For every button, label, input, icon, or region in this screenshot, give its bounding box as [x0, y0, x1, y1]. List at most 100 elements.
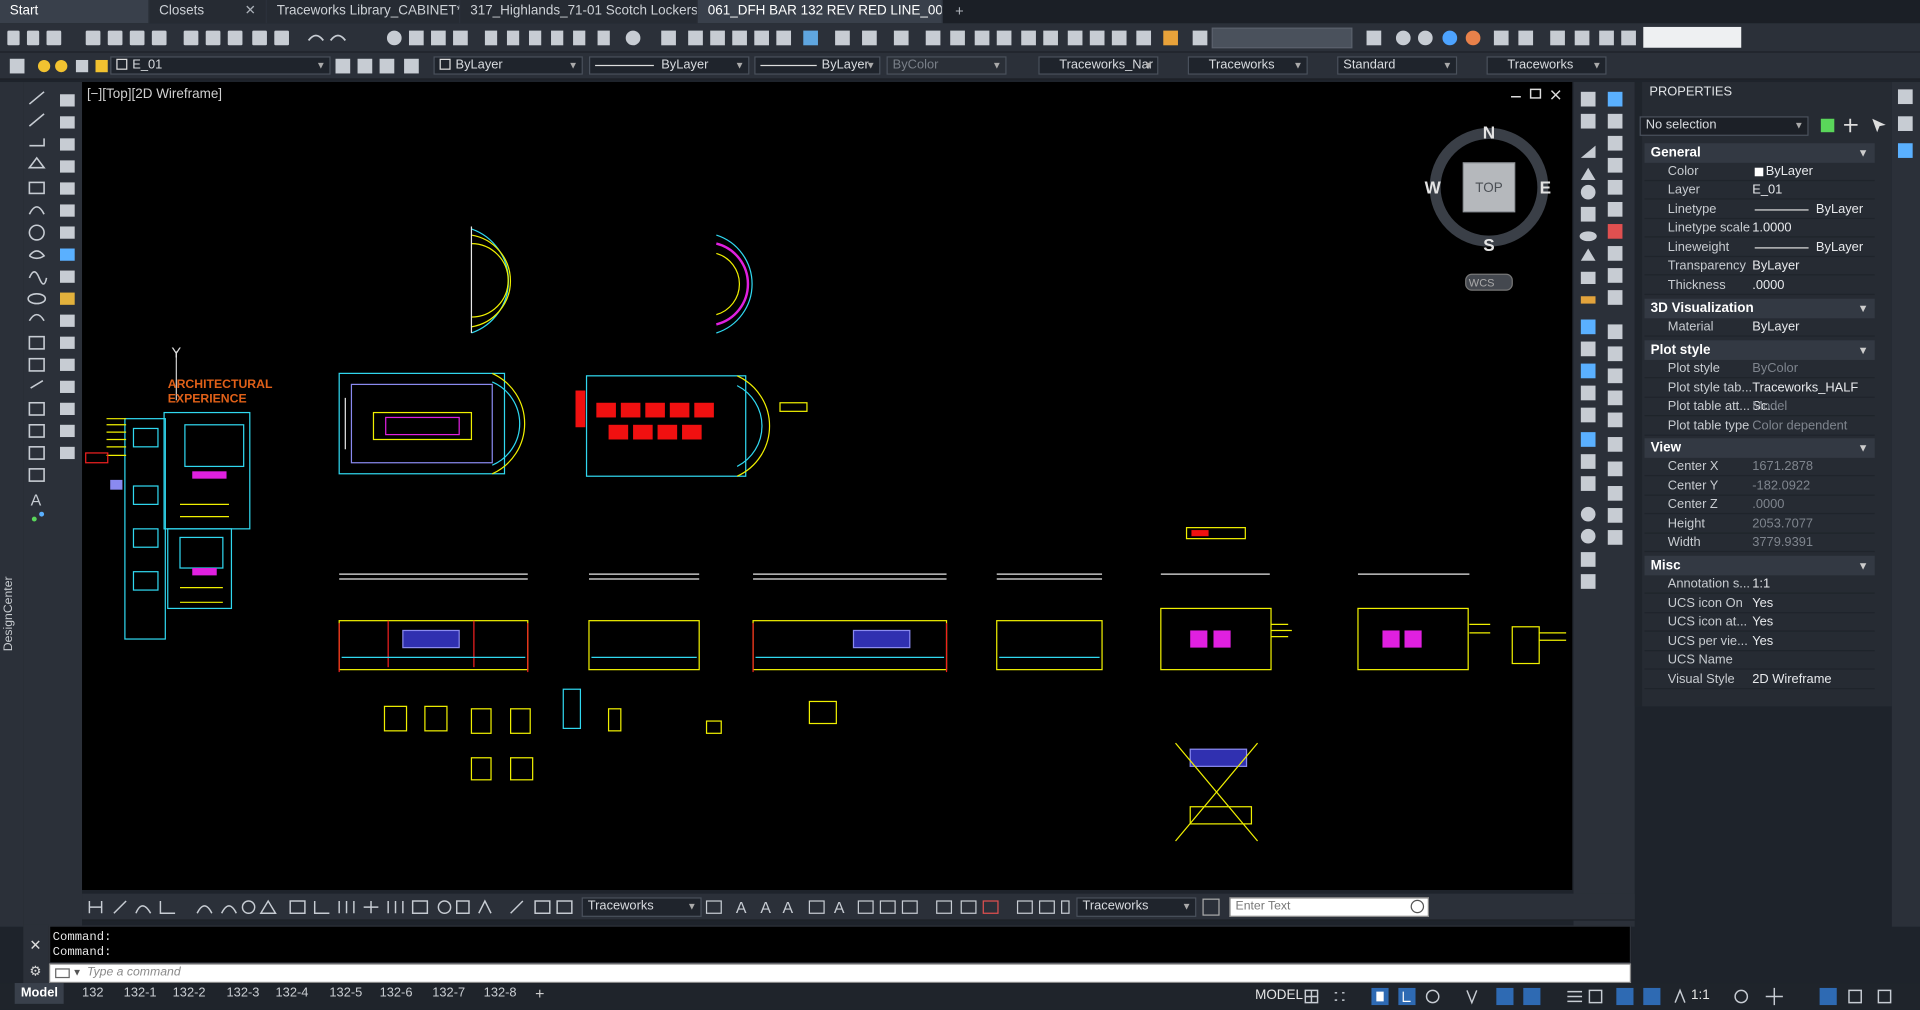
prop-row[interactable]: UCS Name: [1644, 651, 1875, 670]
color-dropdown[interactable]: ByLayer ▼: [433, 56, 583, 75]
section-3d-visualization[interactable]: 3D Visualization ▼: [1644, 298, 1875, 319]
tab-dfh-bar[interactable]: 061_DFH BAR 132 REV RED LINE_007 (1)✕: [697, 0, 943, 24]
find-text-input[interactable]: Enter Text: [1229, 897, 1429, 917]
collapse-icon[interactable]: ▼: [1858, 556, 1869, 576]
prop-row[interactable]: Transparency ByLayer: [1644, 257, 1875, 276]
section-misc[interactable]: Misc ▼: [1644, 555, 1875, 576]
palette-action-icons[interactable]: [1818, 116, 1891, 136]
prop-row[interactable]: Plot table att... Model: [1644, 398, 1875, 417]
palette-grip[interactable]: [1634, 82, 1643, 707]
wcs-menu[interactable]: WCS: [1469, 277, 1495, 289]
drawing-canvas[interactable]: Y ARCHITECTURAL EXPERIENCE TOP N S E W W…: [82, 82, 1573, 890]
prop-row[interactable]: Center Y -182.0922: [1644, 477, 1875, 496]
layout-tab-model[interactable]: Model: [14, 983, 65, 1004]
tab-traceworks-library[interactable]: Traceworks Library_CABINET*✕: [266, 0, 461, 24]
dimstyle-dropdown[interactable]: Traceworks ▼: [1187, 56, 1308, 75]
tablestyle-dropdown[interactable]: Standard ▼: [1337, 56, 1458, 75]
command-input[interactable]: ▼ Type a command: [48, 963, 1632, 984]
viewcube-top[interactable]: TOP: [1475, 180, 1502, 195]
selection-dropdown[interactable]: No selection ▼: [1639, 116, 1809, 136]
annotation-scale[interactable]: 1:1: [1691, 988, 1710, 1003]
designcenter-strip[interactable]: DesignCenter: [0, 82, 24, 927]
navigation-toolbars[interactable]: [1573, 82, 1635, 927]
prop-row[interactable]: Plot table type Color dependent: [1644, 417, 1875, 436]
add-layout-button[interactable]: +: [535, 984, 544, 1002]
viewport-controls-label[interactable]: [−][Top][2D Wireframe]: [87, 87, 222, 102]
collapse-icon[interactable]: ▼: [1858, 299, 1869, 319]
prop-row[interactable]: Plot style ByColor: [1644, 360, 1875, 379]
link-icon[interactable]: [1202, 898, 1220, 916]
new-tab-button[interactable]: +: [943, 0, 976, 23]
section-general[interactable]: General ▼: [1644, 143, 1875, 163]
prop-row[interactable]: Material ByLayer: [1644, 318, 1875, 337]
prop-row[interactable]: Linetype scale 1.0000: [1644, 219, 1875, 238]
layout-tab[interactable]: 132-4: [269, 983, 314, 1004]
model-space-button[interactable]: MODEL: [1255, 988, 1303, 1003]
compass-west[interactable]: W: [1425, 177, 1442, 197]
lineweight-dropdown[interactable]: ByLayer ▼: [754, 56, 881, 75]
textstyle-dropdown[interactable]: Traceworks_Nar ▼: [1038, 56, 1159, 75]
layout-tab[interactable]: 132-1: [118, 983, 163, 1004]
layout-tab[interactable]: 132: [76, 983, 110, 1004]
close-icon[interactable]: ✕: [245, 0, 256, 23]
palette-side-icons[interactable]: [1891, 82, 1920, 927]
section-plot-style[interactable]: Plot style ▼: [1644, 340, 1875, 360]
viewport-controls[interactable]: [1511, 88, 1561, 100]
drawing-content[interactable]: Y ARCHITECTURAL EXPERIENCE TOP N S E W W…: [82, 82, 1572, 890]
draw-modify-toolbars[interactable]: A: [23, 82, 83, 927]
layer-dropdown[interactable]: E_01 ▼: [110, 56, 331, 75]
layer-tool-icons[interactable]: [0, 53, 122, 80]
draw-tool-icons[interactable]: A: [23, 82, 82, 547]
wrench-icon[interactable]: ⚙: [29, 963, 41, 980]
layout-tab[interactable]: 132-7: [426, 983, 471, 1004]
plotstyle-dropdown[interactable]: ByColor ▼: [886, 56, 1007, 75]
prop-row[interactable]: Height 2053.7077: [1644, 515, 1875, 534]
text-tool-icons[interactable]: AAAA: [704, 894, 1071, 921]
layout-tab[interactable]: 132-5: [323, 983, 368, 1004]
layer-state-icons[interactable]: [333, 53, 431, 80]
prop-row[interactable]: UCS per vie... Yes: [1644, 633, 1875, 652]
prop-row[interactable]: Annotation s... 1:1: [1644, 575, 1875, 594]
tab-closets[interactable]: Closets ✕: [149, 0, 267, 24]
toolbar-icons[interactable]: [0, 23, 1763, 52]
compass-south[interactable]: S: [1483, 235, 1494, 255]
linetype-dropdown[interactable]: ByLayer ▼: [588, 56, 750, 75]
prop-row[interactable]: Width 3779.9391: [1644, 534, 1875, 553]
prop-row[interactable]: Center Z .0000: [1644, 496, 1875, 515]
layout-tab[interactable]: 132-2: [167, 983, 212, 1004]
tab-scotch-lockers[interactable]: 317_Highlands_71-01 Scotch Lockers*✕: [460, 0, 698, 24]
prop-row[interactable]: Visual Style 2D Wireframe: [1644, 671, 1875, 690]
prop-row[interactable]: Lineweight ByLayer: [1644, 239, 1875, 258]
nav-tool-icons[interactable]: [1573, 82, 1634, 596]
tab-start[interactable]: Start: [0, 0, 150, 24]
collapse-icon[interactable]: ▼: [1858, 143, 1869, 163]
collapse-icon[interactable]: ▼: [1858, 340, 1869, 360]
prop-row[interactable]: Center X 1671.2878: [1644, 458, 1875, 477]
compass-north[interactable]: N: [1483, 122, 1495, 142]
dimension-tool-icons[interactable]: [82, 894, 584, 921]
prop-row[interactable]: Color ByLayer: [1644, 163, 1875, 182]
prop-row[interactable]: UCS icon at... Yes: [1644, 613, 1875, 632]
close-icon[interactable]: ✕: [29, 937, 41, 954]
collapse-icon[interactable]: ▼: [1858, 438, 1869, 458]
mleaderstyle-dropdown[interactable]: Traceworks ▼: [1486, 56, 1607, 75]
dimstyle-bottom-dropdown[interactable]: Traceworks ▼: [581, 897, 702, 917]
chevron-down-icon: ▼: [1442, 59, 1453, 72]
chevron-down-icon[interactable]: ▼: [72, 965, 82, 982]
mlstyle-bottom-dropdown[interactable]: Traceworks ▼: [1076, 897, 1197, 917]
command-icon[interactable]: [55, 968, 70, 979]
prop-row[interactable]: Plot style tab... Traceworks_HALF Sc...: [1644, 380, 1875, 414]
prop-row[interactable]: Thickness .0000: [1644, 277, 1875, 296]
palette-title: PROPERTIES: [1649, 84, 1733, 100]
prop-row[interactable]: Linetype ByLayer: [1644, 201, 1875, 220]
compass-east[interactable]: E: [1540, 177, 1551, 197]
prop-row[interactable]: Layer E_01: [1644, 181, 1875, 200]
layout-tab[interactable]: 132-3: [220, 983, 265, 1004]
search-icon[interactable]: [1410, 899, 1425, 914]
layout-tab[interactable]: 132-6: [373, 983, 418, 1004]
section-view[interactable]: View ▼: [1644, 438, 1875, 458]
prop-row[interactable]: UCS icon On Yes: [1644, 595, 1875, 614]
status-toggle-icons[interactable]: [1300, 985, 1912, 1007]
layout-tab[interactable]: 132-8: [478, 983, 523, 1004]
viewcube[interactable]: TOP N S E W WCS: [1425, 122, 1551, 291]
